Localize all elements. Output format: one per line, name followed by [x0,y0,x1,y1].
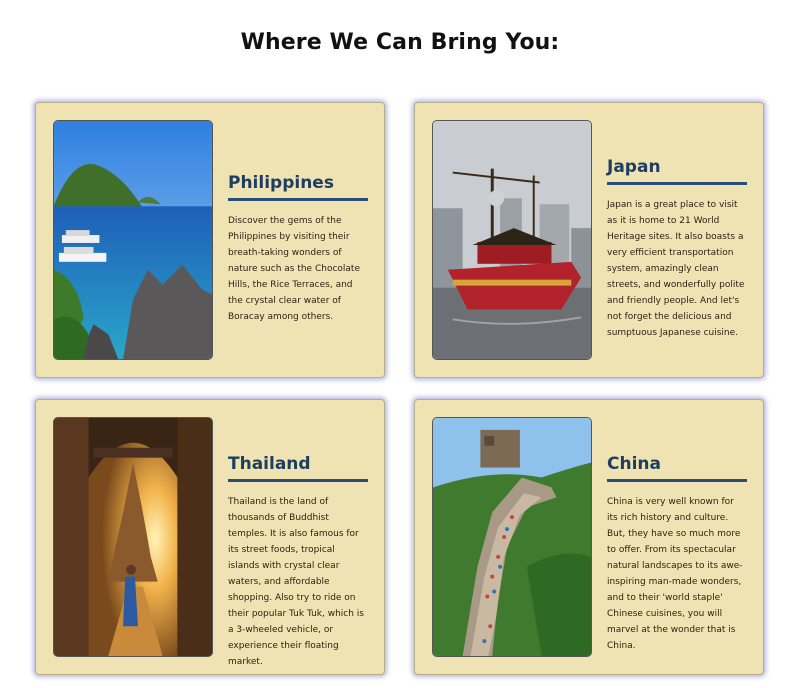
philippines-photo [53,120,213,360]
destination-card-china: China China is very well known for its r… [414,399,764,675]
destination-description: Discover the gems of the Philippines by … [228,216,360,322]
destination-description: Japan is a great place to visit as it is… [607,200,745,338]
destination-title: China [607,454,747,482]
page-title: Where We Can Bring You: [240,30,560,55]
destination-title: Philippines [228,173,368,201]
japan-photo [432,120,592,360]
destination-title: Japan [607,157,747,185]
china-photo [432,417,592,657]
destination-card-philippines: Philippines Discover the gems of the Phi… [35,102,385,378]
destination-description: China is very well known for its rich hi… [607,497,743,651]
thailand-photo [53,417,213,657]
destination-description: Thailand is the land of thousands of Bud… [228,497,364,667]
destination-card-japan: Japan Japan is a great place to visit as… [414,102,764,378]
destination-title: Thailand [228,454,368,482]
destination-card-thailand: Thailand Thailand is the land of thousan… [35,399,385,675]
